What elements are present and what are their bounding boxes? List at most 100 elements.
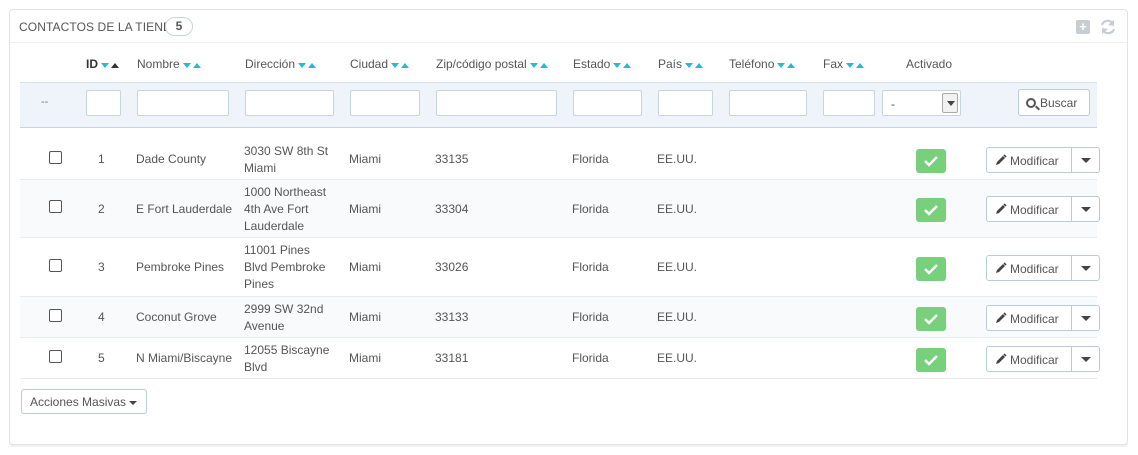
sort-desc-icon[interactable] (777, 63, 786, 69)
filter-activado-select[interactable]: - (882, 90, 961, 116)
pencil-icon (996, 261, 1007, 273)
column-header-activado: Activado (906, 57, 953, 71)
edit-dropdown-toggle[interactable] (1072, 304, 1100, 331)
row-checkbox[interactable] (49, 200, 62, 213)
edit-dropdown-toggle[interactable] (1072, 254, 1100, 281)
edit-dropdown-toggle[interactable] (1072, 196, 1100, 222)
refresh-icon[interactable] (1097, 16, 1119, 38)
sort-desc-icon[interactable] (846, 63, 855, 69)
edit-dropdown-toggle[interactable] (1072, 345, 1100, 372)
filter-id-input[interactable] (86, 90, 121, 116)
cell-ciudad: Miami (349, 201, 381, 216)
filter-direccion-input[interactable] (245, 90, 334, 116)
pencil-icon (996, 352, 1007, 364)
sort-desc-icon[interactable] (101, 63, 109, 69)
cell-estado: Florida (572, 152, 609, 166)
edit-button[interactable]: Modificar (986, 196, 1072, 222)
cell-pais: EE.UU. (657, 351, 698, 365)
search-icon (1026, 98, 1036, 108)
sort-desc-icon[interactable] (613, 63, 622, 69)
cell-direccion: 12055 Biscayne Blvd (244, 342, 330, 374)
sort-asc-icon[interactable] (111, 63, 119, 69)
cell-pais: EE.UU. (657, 260, 698, 274)
count-badge: 5 (165, 17, 193, 36)
column-header-pais[interactable]: País (658, 57, 704, 72)
panel-heading: Contactos de la tienda 5 + (10, 10, 1127, 43)
cell-id: 1 (98, 152, 105, 166)
cell-direccion: 3030 SW 8th St Miami (244, 143, 329, 175)
cell-direccion: 11001 Pines Blvd Pembroke Pines (244, 243, 326, 291)
sort-asc-icon[interactable] (856, 63, 865, 69)
column-header-id[interactable]: ID (86, 57, 119, 72)
cell-nombre: Dade County (136, 152, 207, 166)
column-header-fax[interactable]: Fax (823, 57, 865, 72)
sort-asc-icon[interactable] (192, 63, 201, 69)
row-checkbox[interactable] (49, 308, 62, 322)
row-checkbox[interactable] (49, 258, 62, 272)
sort-desc-icon[interactable] (298, 63, 307, 69)
column-header-ciudad[interactable]: Ciudad (350, 57, 410, 72)
pencil-icon (996, 153, 1007, 165)
row-checkbox[interactable] (49, 349, 62, 363)
filter-nombre-input[interactable] (137, 90, 229, 116)
sort-desc-icon[interactable] (182, 63, 191, 69)
edit-dropdown-toggle[interactable] (1072, 146, 1100, 173)
cell-zip: 33135 (435, 152, 469, 166)
edit-button[interactable]: Modificar (986, 146, 1072, 173)
edit-button[interactable]: Modificar (986, 345, 1072, 372)
cell-id: 5 (98, 351, 105, 365)
column-header-estado[interactable]: Estado (573, 57, 632, 72)
filter-pais-input[interactable] (658, 90, 713, 116)
edit-button[interactable]: Modificar (986, 254, 1072, 281)
sort-asc-icon[interactable] (308, 63, 317, 69)
cell-direccion: 1000 Northeast 4th Ave Fort Lauderdale (244, 184, 327, 233)
sort-asc-icon[interactable] (401, 63, 410, 69)
plus-square-icon[interactable]: + (1076, 20, 1090, 34)
filter-estado-input[interactable] (573, 90, 642, 116)
filter-zip-input[interactable] (436, 90, 557, 116)
panel-title: Contactos de la tienda (19, 20, 180, 34)
cell-estado: Florida (572, 351, 609, 365)
pencil-icon (996, 203, 1007, 214)
sort-asc-icon[interactable] (623, 63, 632, 69)
check-icon[interactable] (916, 347, 946, 372)
cell-ciudad: Miami (349, 260, 381, 274)
cell-zip: 33026 (435, 260, 469, 274)
sort-desc-icon[interactable] (529, 63, 538, 69)
filter-ciudad-input[interactable] (350, 90, 420, 116)
cell-pais: EE.UU. (657, 152, 698, 166)
check-icon[interactable] (916, 306, 946, 331)
column-header-nombre[interactable]: Nombre (137, 57, 201, 72)
cell-id: 2 (98, 201, 105, 216)
cell-nombre: Coconut Grove (136, 310, 217, 324)
search-button[interactable]: Buscar (1018, 89, 1090, 116)
cell-direccion: 2999 SW 32nd Avenue (244, 301, 324, 333)
check-icon[interactable] (916, 256, 946, 281)
column-header-telefono[interactable]: Teléfono (729, 57, 796, 72)
chevron-down-icon (129, 400, 138, 405)
filter-fax-input[interactable] (823, 90, 875, 116)
sort-asc-icon[interactable] (539, 63, 548, 69)
sort-asc-icon[interactable] (787, 63, 796, 69)
cell-zip: 33133 (435, 310, 469, 324)
cell-id: 3 (98, 260, 105, 274)
filter-telefono-input[interactable] (729, 90, 807, 116)
cell-pais: EE.UU. (657, 310, 698, 324)
bulk-actions-button[interactable]: Acciones Masivas (21, 389, 147, 414)
cell-estado: Florida (572, 260, 609, 274)
edit-button[interactable]: Modificar (986, 304, 1072, 331)
pencil-icon (996, 311, 1007, 323)
cell-ciudad: Miami (349, 152, 381, 166)
sort-asc-icon[interactable] (695, 63, 704, 69)
cell-nombre: N Miami/Biscayne (136, 351, 233, 365)
check-icon[interactable] (916, 198, 946, 222)
row-checkbox[interactable] (49, 150, 62, 164)
sort-desc-icon[interactable] (391, 63, 400, 69)
check-icon[interactable] (916, 148, 946, 173)
column-header-direccion[interactable]: Dirección (245, 57, 317, 72)
cell-ciudad: Miami (349, 351, 381, 365)
cell-pais: EE.UU. (657, 201, 698, 216)
cell-nombre: E Fort Lauderdale (136, 201, 233, 216)
sort-desc-icon[interactable] (685, 63, 694, 69)
column-header-zip[interactable]: Zip/código postal (436, 57, 548, 72)
